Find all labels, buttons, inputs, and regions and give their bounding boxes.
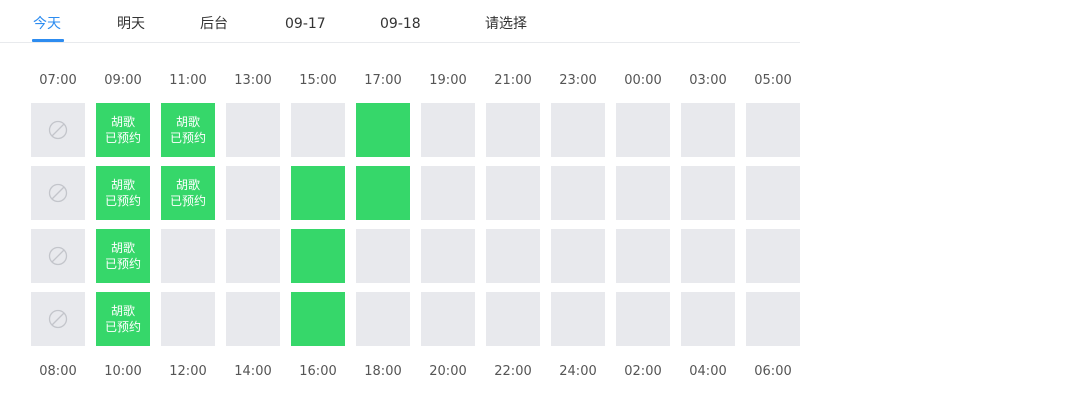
slot-selected[interactable] <box>356 103 410 157</box>
slot-available[interactable] <box>226 166 280 220</box>
slot-available[interactable] <box>486 103 540 157</box>
slot-disabled <box>31 229 85 283</box>
end-time-label: 02:00 <box>624 364 662 379</box>
slot-available[interactable] <box>226 229 280 283</box>
slot-booked[interactable]: 胡歌 已预约 <box>96 229 150 283</box>
slot-disabled <box>31 292 85 346</box>
booking-name: 胡歌 <box>110 115 135 129</box>
end-time-label: 10:00 <box>104 364 142 379</box>
slot-available[interactable] <box>681 103 735 157</box>
slot-available[interactable] <box>486 229 540 283</box>
slot-available[interactable] <box>421 292 475 346</box>
slot-selected[interactable] <box>356 166 410 220</box>
end-time-label: 14:00 <box>234 364 272 379</box>
end-time-label: 08:00 <box>39 364 77 379</box>
slot-booked[interactable]: 胡歌 已预约 <box>161 166 215 220</box>
slot-available[interactable] <box>746 103 800 157</box>
booking-name: 胡歌 <box>175 115 200 129</box>
slot-available[interactable] <box>746 166 800 220</box>
booking-slot-grid: 胡歌 已预约 胡歌 已预约 胡歌 已预约 胡歌 已预约 胡歌 已预约 胡歌 已预约 <box>0 0 810 407</box>
prohibited-icon <box>48 246 68 266</box>
booking-name: 胡歌 <box>175 178 200 192</box>
slot-booked[interactable]: 胡歌 已预约 <box>96 103 150 157</box>
slot-available[interactable] <box>681 166 735 220</box>
slot-available[interactable] <box>681 292 735 346</box>
slot-available[interactable] <box>356 229 410 283</box>
slot-available[interactable] <box>551 103 605 157</box>
slot-disabled <box>31 166 85 220</box>
booking-status: 已预约 <box>169 131 206 145</box>
booking-status: 已预约 <box>104 131 141 145</box>
slot-available[interactable] <box>616 103 670 157</box>
slot-available[interactable] <box>161 292 215 346</box>
slot-available[interactable] <box>551 229 605 283</box>
booking-name: 胡歌 <box>110 304 135 318</box>
booking-status: 已预约 <box>169 194 206 208</box>
end-time-label: 22:00 <box>494 364 532 379</box>
end-time-label: 16:00 <box>299 364 337 379</box>
booking-status: 已预约 <box>104 194 141 208</box>
booking-status: 已预约 <box>104 257 141 271</box>
slot-available[interactable] <box>226 103 280 157</box>
slot-available[interactable] <box>421 103 475 157</box>
slot-available[interactable] <box>746 229 800 283</box>
slot-selected[interactable] <box>291 229 345 283</box>
prohibited-icon <box>48 309 68 329</box>
slot-available[interactable] <box>421 166 475 220</box>
slot-available[interactable] <box>421 229 475 283</box>
prohibited-icon <box>48 120 68 140</box>
end-time-label: 20:00 <box>429 364 467 379</box>
slot-available[interactable] <box>616 292 670 346</box>
end-time-row: 08:00 10:00 12:00 14:00 16:00 18:00 20:00 22:00… <box>0 364 810 380</box>
slot-disabled <box>31 103 85 157</box>
end-time-label: 24:00 <box>559 364 597 379</box>
slot-selected[interactable] <box>291 166 345 220</box>
slot-available[interactable] <box>226 292 280 346</box>
end-time-label: 18:00 <box>364 364 402 379</box>
slot-available[interactable] <box>161 229 215 283</box>
booking-status: 已预约 <box>104 320 141 334</box>
slot-available[interactable] <box>551 292 605 346</box>
end-time-label: 06:00 <box>754 364 792 379</box>
slot-available[interactable] <box>356 292 410 346</box>
slot-selected[interactable] <box>291 292 345 346</box>
slot-available[interactable] <box>486 292 540 346</box>
slot-booked[interactable]: 胡歌 已预约 <box>96 292 150 346</box>
slot-available[interactable] <box>681 229 735 283</box>
slot-booked[interactable]: 胡歌 已预约 <box>161 103 215 157</box>
slot-available[interactable] <box>616 166 670 220</box>
end-time-label: 04:00 <box>689 364 727 379</box>
end-time-label: 12:00 <box>169 364 207 379</box>
booking-name: 胡歌 <box>110 241 135 255</box>
slot-available[interactable] <box>551 166 605 220</box>
slot-available[interactable] <box>291 103 345 157</box>
booking-name: 胡歌 <box>110 178 135 192</box>
slot-booked[interactable]: 胡歌 已预约 <box>96 166 150 220</box>
slot-available[interactable] <box>746 292 800 346</box>
prohibited-icon <box>48 183 68 203</box>
slot-available[interactable] <box>616 229 670 283</box>
slot-available[interactable] <box>486 166 540 220</box>
